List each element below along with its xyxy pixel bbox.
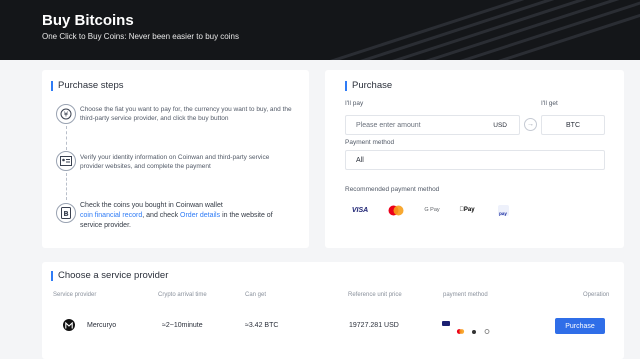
mercuryo-logo-icon (63, 319, 75, 331)
pay-currency-select[interactable]: USD (493, 122, 507, 129)
convert-arrow-icon: → (524, 118, 537, 131)
google-pay-icon (484, 321, 490, 334)
unit-price: 19727.281 USD (349, 322, 399, 329)
payment-method-select[interactable]: All (345, 150, 605, 170)
payment-method-value: All (356, 156, 364, 164)
visa-icon[interactable]: VISA (350, 204, 370, 216)
id-card-icon (56, 151, 76, 171)
mastercard-icon (456, 321, 465, 334)
purchase-title: Purchase (345, 81, 392, 91)
samsung-pay-icon[interactable]: pay (493, 204, 513, 216)
arrival-time: ≈2~10minute (162, 322, 203, 329)
step-connector (66, 126, 67, 150)
apple-pay-icon[interactable]: Pay (457, 204, 477, 216)
col-payment-method: payment method (443, 292, 488, 298)
step-connector (66, 173, 67, 200)
step-3-text-mid: , and check (142, 212, 179, 219)
recommended-label: Recommended payment method (345, 186, 440, 193)
currency-exchange-icon: ¥ (56, 104, 76, 124)
visa-icon (442, 321, 450, 326)
get-currency-select[interactable]: BTC (541, 115, 605, 135)
amount-field[interactable]: Please enter amount USD (345, 115, 520, 135)
col-can-get: Can get (245, 292, 267, 298)
get-label: I'll get (541, 100, 558, 107)
step-1-text: Choose the fiat you want to pay for, the… (80, 106, 292, 122)
get-currency-value: BTC (566, 121, 580, 129)
google-pay-icon[interactable]: G Pay (422, 204, 442, 216)
mastercard-icon[interactable] (386, 204, 406, 216)
can-get-amount: ≈3.42 BTC (245, 322, 279, 329)
svg-text:B: B (63, 210, 68, 218)
apple-pay-icon (471, 321, 477, 334)
hero-banner: Buy Bitcoins One Click to Buy Coins: Nev… (0, 0, 640, 60)
purchase-steps-title: Purchase steps (51, 81, 123, 91)
page-subtitle: One Click to Buy Coins: Never been easie… (42, 32, 239, 41)
col-operation: Operation (583, 292, 610, 298)
pay-label: I'll pay (345, 100, 364, 107)
step-3-text: Check the coins you bought in Coinwan wa… (80, 201, 295, 231)
purchase-button[interactable]: Purchase (555, 318, 605, 334)
wallet-icon: B (56, 203, 76, 223)
coin-financial-record-link[interactable]: coin financial record (80, 212, 142, 219)
col-arrival-time: Crypto arrival time (158, 292, 207, 298)
svg-text:¥: ¥ (64, 111, 69, 119)
amount-input[interactable]: Please enter amount (356, 122, 421, 129)
provider-title: Choose a service provider (51, 271, 168, 281)
order-details-link[interactable]: Order details (180, 212, 220, 219)
provider-name: Mercuryo (87, 322, 117, 329)
payment-method-label: Payment method (345, 139, 395, 146)
step-3-text-start: Check the coins you bought in Coinwan wa… (80, 202, 223, 209)
provider-card: Choose a service provider (42, 262, 624, 359)
col-service-provider: Service provider (53, 292, 97, 298)
step-2-text: Verify your identity information on Coin… (80, 154, 270, 170)
col-unit-price: Reference unit price (348, 292, 402, 298)
page-title: Buy Bitcoins (42, 12, 134, 29)
